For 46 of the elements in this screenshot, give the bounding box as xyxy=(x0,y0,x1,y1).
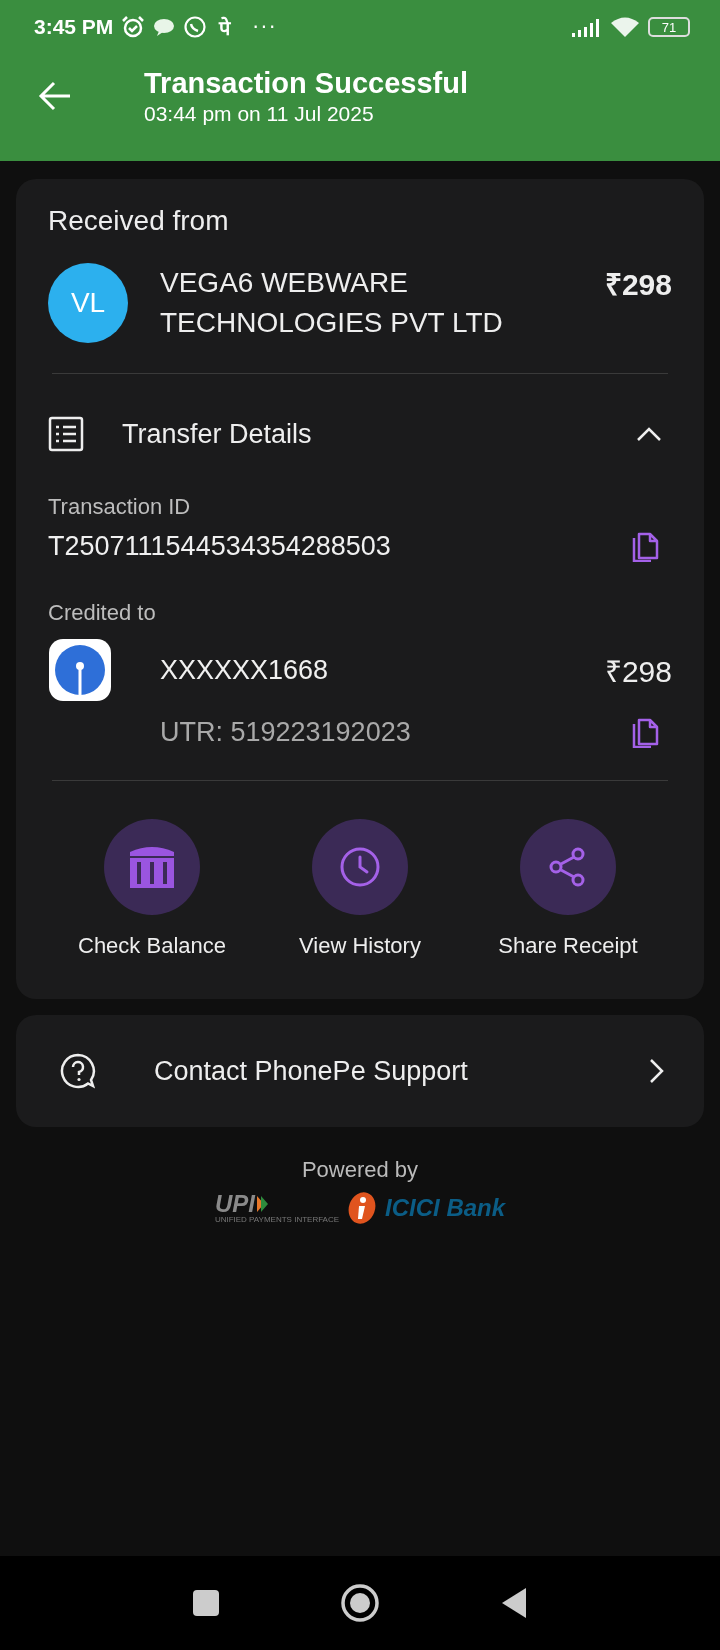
sender-avatar: VL xyxy=(48,263,128,343)
transaction-time: 03:44 pm on 11 Jul 2025 xyxy=(144,101,375,126)
home-button[interactable] xyxy=(340,1583,380,1623)
bank-logo xyxy=(48,638,112,702)
copy-button[interactable] xyxy=(630,716,660,748)
chevron-up-icon xyxy=(636,426,662,442)
copy-icon xyxy=(630,530,660,562)
app-notification: पे xyxy=(219,14,231,41)
clock-icon xyxy=(339,846,381,888)
signal-icon xyxy=(570,17,602,37)
more-notifications: ··· xyxy=(252,15,278,39)
upi-tagline: UNIFIED PAYMENTS INTERFACE xyxy=(214,1214,340,1224)
powered-by-label: Powered by xyxy=(301,1157,419,1183)
sender-name: VEGA6 WEBWARE TECHNOLOGIES PVT LTD xyxy=(160,266,504,340)
utr-number: UTR: 519223192023 xyxy=(160,716,412,748)
transaction-id-label: Transaction ID xyxy=(48,494,192,520)
battery-icon: 71 xyxy=(648,17,690,37)
chat-icon xyxy=(153,17,176,37)
account-number: XXXXXX1668 xyxy=(160,654,330,686)
back-nav-button[interactable] xyxy=(500,1587,528,1619)
credited-to-label: Credited to xyxy=(48,600,157,626)
alarm-icon xyxy=(121,15,146,39)
wifi-icon xyxy=(610,16,640,38)
action-button[interactable]: View History xyxy=(256,819,464,959)
status-time: 3:45 PM xyxy=(34,15,114,39)
transaction-id: T2507111544534354288503 xyxy=(48,530,392,562)
action-button[interactable]: Check Balance xyxy=(48,819,256,959)
action-button[interactable]: Share Receipt xyxy=(464,819,672,959)
bank-logo-text: ICICI Bank xyxy=(385,1194,506,1222)
bank-emblem-icon xyxy=(347,1191,378,1225)
transfer-details-toggle[interactable]: Transfer Details xyxy=(48,374,672,494)
upi-logo-text: UPI xyxy=(214,1192,255,1215)
upi-arrow-icon xyxy=(254,1194,269,1213)
help-icon xyxy=(60,1053,96,1089)
credited-amount: ₹298 xyxy=(604,653,672,690)
list-icon xyxy=(48,416,84,452)
received-from-label: Received from xyxy=(48,205,230,237)
page-title: Transaction Successful xyxy=(144,66,468,100)
recents-button[interactable] xyxy=(192,1589,220,1617)
bank-icon xyxy=(128,844,176,890)
support-button[interactable]: Contact PhonePe Support xyxy=(16,1015,704,1127)
copy-button[interactable] xyxy=(630,530,660,562)
received-amount: ₹298 xyxy=(604,267,672,303)
chevron-right-icon xyxy=(648,1058,664,1084)
phone-chat-icon xyxy=(183,15,208,39)
copy-icon xyxy=(630,716,660,748)
